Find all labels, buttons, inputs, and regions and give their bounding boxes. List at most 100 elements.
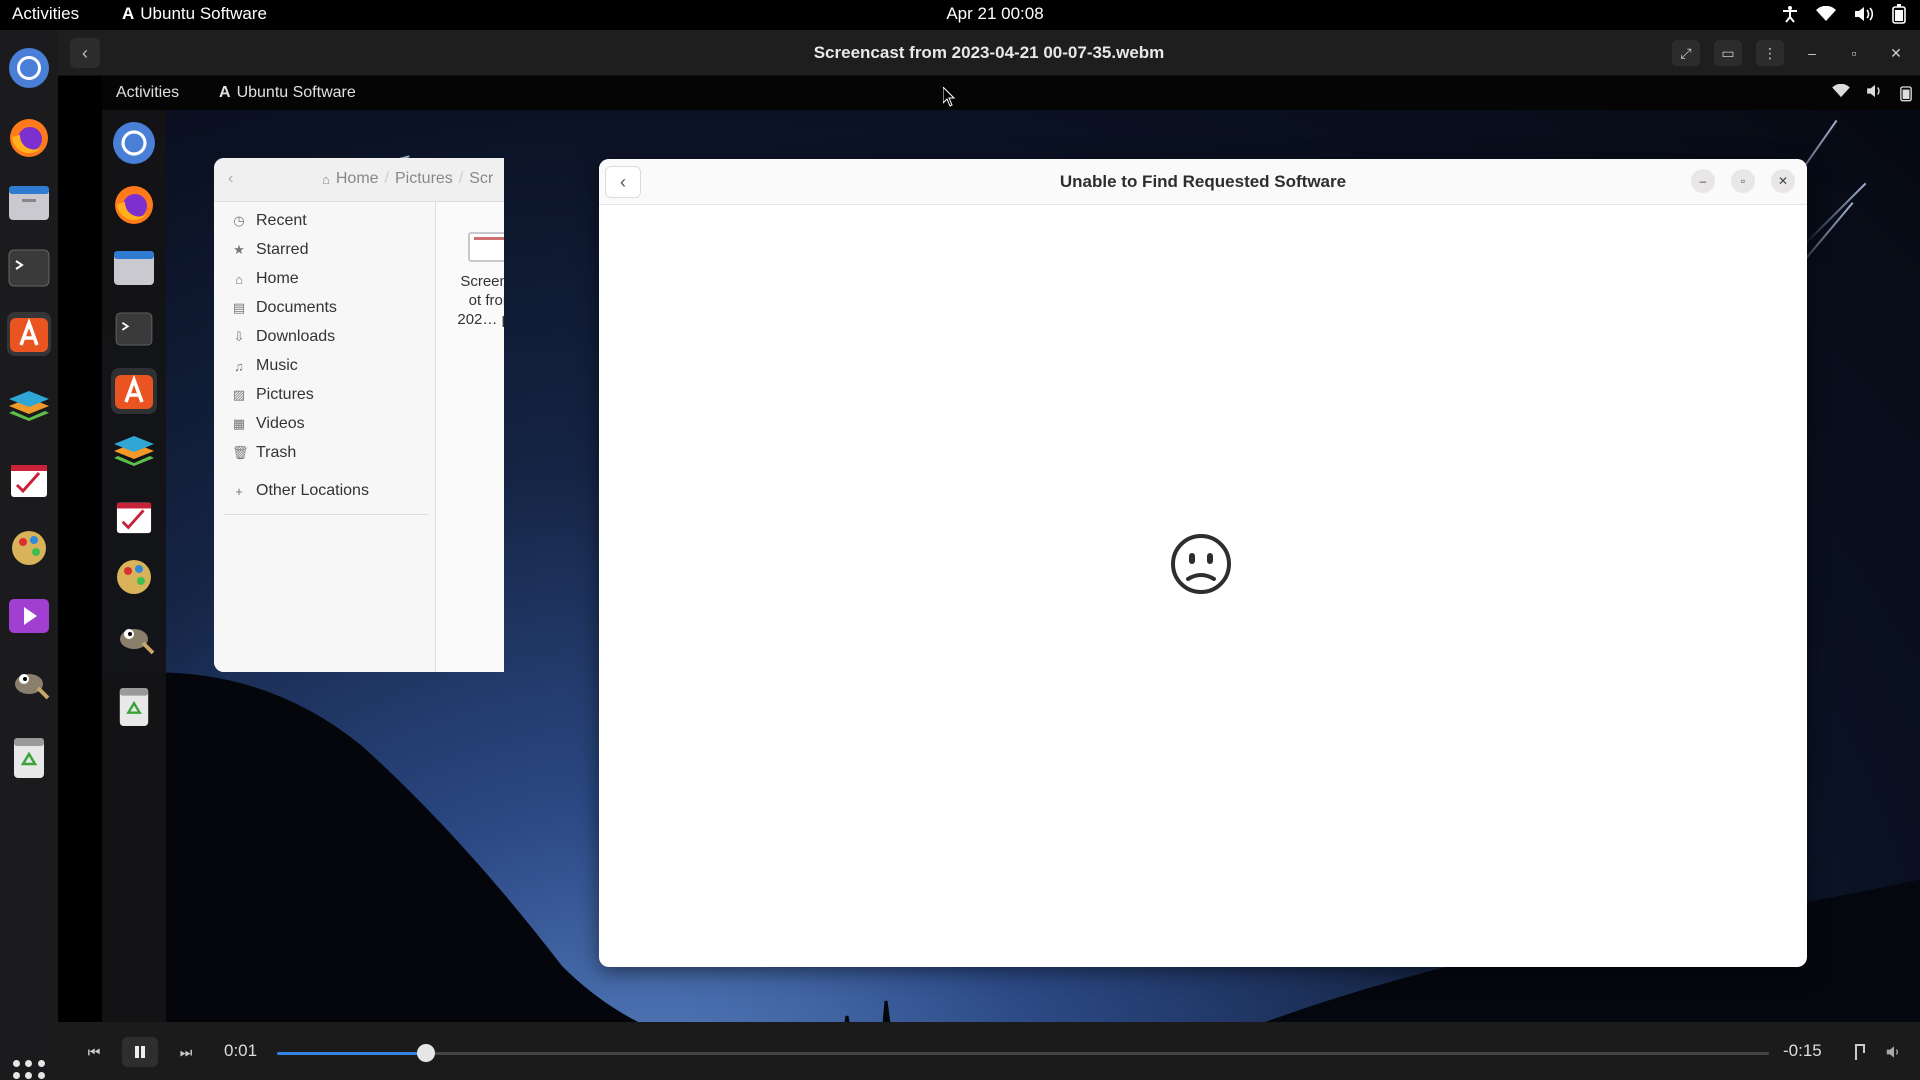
subtitles-icon[interactable]: ▭ [1714, 40, 1742, 66]
skip-forward-icon[interactable]: ⏭ [168, 1037, 204, 1067]
sidebar-item-documents: ▤ Documents [232, 299, 337, 317]
sidebar-item-label: Downloads [256, 328, 336, 345]
software-error-dialog: ‹ Unable to Find Requested Software – ▫ … [599, 159, 1807, 967]
document-icon: ▤ [232, 300, 246, 315]
dialog-title: Unable to Find Requested Software [1059, 172, 1347, 191]
trash-icon [111, 684, 157, 730]
home-icon: ⌂ [235, 271, 243, 287]
sidebar-item-label: Videos [256, 415, 305, 432]
mouse-cursor-icon [943, 87, 955, 107]
sidebar-item-other-locations: + Other Locations [232, 482, 369, 500]
battery-icon[interactable] [1892, 4, 1906, 29]
system-tray[interactable] [1782, 4, 1906, 29]
volume-icon [1866, 84, 1884, 107]
chromium-icon[interactable] [7, 46, 51, 90]
player-controls: ⏮ ⏭ 0:01 -0:15 [58, 1022, 1920, 1080]
clock[interactable]: Apr 21 00:08 [0, 4, 1920, 24]
terminal-icon [111, 306, 157, 352]
recorded-system-tray [1832, 83, 1912, 107]
skip-back-icon[interactable]: ⏮ [76, 1037, 112, 1067]
firefox-icon[interactable] [7, 116, 51, 160]
paint-app-icon[interactable] [7, 526, 51, 570]
ubuntu-software-icon[interactable] [7, 312, 51, 356]
sidebar-item-label: Starred [256, 241, 309, 258]
sidebar-item-pictures: ▨ Pictures [232, 386, 314, 404]
volume-icon[interactable] [1854, 6, 1874, 27]
minimize-icon[interactable]: – [1798, 45, 1826, 61]
seek-bar[interactable] [277, 1044, 1769, 1062]
pause-icon [135, 1046, 145, 1058]
video-player-window: ‹ Screencast from 2023-04-21 00-07-35.we… [58, 30, 1920, 1080]
layers-app-icon [111, 430, 157, 476]
fullscreen-icon[interactable]: ⤢ [1672, 40, 1700, 66]
close-icon[interactable]: ✕ [1882, 45, 1910, 62]
sidebar-item-trash: 🗑 Trash [232, 444, 296, 462]
player-header-bar: ‹ Screencast from 2023-04-21 00-07-35.we… [58, 30, 1920, 76]
sidebar-item-label: Music [256, 357, 298, 374]
file-name-line: Screensh [460, 273, 504, 290]
files-icon [111, 244, 157, 290]
battery-icon [1900, 84, 1912, 107]
gimp-icon[interactable] [7, 660, 51, 704]
show-apps-icon[interactable] [13, 1060, 45, 1080]
download-icon: ⇩ [233, 329, 245, 344]
trash-icon: 🗑 [232, 445, 249, 460]
recorded-app-menu-label: Ubuntu Software [236, 84, 356, 101]
dialog-header: ‹ Unable to Find Requested Software – ▫ … [599, 159, 1807, 205]
remaining-time: -0:15 [1783, 1041, 1822, 1060]
sidebar-item-starred: ★ Starred [232, 241, 308, 259]
pause-button[interactable] [122, 1037, 158, 1067]
plus-icon: + [235, 483, 243, 499]
seek-handle[interactable] [417, 1044, 436, 1062]
breadcrumb: ⌂ Home / Pictures / Scr [322, 170, 494, 187]
file-item: Screensh ot from 202… png [450, 232, 504, 329]
breadcrumb-home: Home [335, 170, 379, 187]
maximize-icon: ▫ [1731, 169, 1755, 193]
files-sidebar: ◷ Recent ★ Starred ⌂ Home ▤ Documents ⇩ Downl… [214, 202, 436, 672]
home-icon: ⌂ [322, 171, 330, 187]
layers-app-icon[interactable] [7, 386, 51, 430]
seek-bar-fill [277, 1052, 427, 1055]
sidebar-item-home: ⌂ Home [232, 270, 299, 288]
restore-icon[interactable]: ▫ [1840, 45, 1868, 61]
files-icon[interactable] [7, 180, 51, 224]
chromium-icon [111, 120, 157, 166]
ubuntu-software-icon [111, 368, 157, 414]
accessibility-icon[interactable] [1782, 5, 1798, 28]
gimp-icon [111, 614, 157, 660]
ubuntu-software-icon: A [219, 84, 231, 101]
close-icon: ✕ [1771, 169, 1795, 193]
video-player-icon[interactable] [7, 594, 51, 638]
player-title: Screencast from 2023-04-21 00-07-35.webm [813, 43, 1165, 62]
star-icon: ★ [233, 242, 245, 257]
breadcrumb-current: Scr [469, 170, 494, 187]
sidebar-item-downloads: ⇩ Downloads [232, 328, 336, 346]
wifi-icon[interactable] [1816, 5, 1836, 27]
sidebar-item-recent: ◷ Recent [232, 212, 306, 230]
menu-kebab-icon[interactable]: ⋮ [1756, 40, 1784, 66]
sidebar-item-label: Other Locations [256, 482, 369, 499]
files-window: ‹ ⌂ Home / Pictures / Scr ◷ Recent ★ Starr… [214, 158, 504, 672]
wifi-icon [1832, 83, 1850, 107]
text-editor-icon[interactable] [7, 458, 51, 502]
sidebar-item-label: Home [256, 270, 299, 287]
volume-icon[interactable] [1876, 1037, 1912, 1067]
dock [0, 30, 58, 1080]
breadcrumb-pictures: Pictures [395, 170, 453, 187]
image-file-icon [468, 232, 504, 262]
minimize-icon: – [1691, 169, 1715, 193]
trash-icon[interactable] [7, 736, 51, 780]
files-back-icon: ‹ [228, 170, 234, 187]
music-icon: ♫ [234, 358, 244, 374]
playback-options-icon[interactable] [1842, 1037, 1878, 1067]
text-editor-icon [111, 494, 157, 540]
sidebar-item-music: ♫ Music [232, 357, 298, 375]
sidebar-item-videos: ▦ Videos [232, 415, 305, 433]
video-frame[interactable]: Activities A Ubuntu Software ‹ ⌂ Home / … [102, 76, 1920, 1046]
terminal-icon[interactable] [7, 246, 51, 290]
recorded-app-menu: A Ubuntu Software [219, 84, 356, 102]
sidebar-item-label: Trash [256, 444, 297, 461]
recorded-activities-button: Activities [116, 84, 180, 101]
recorded-dock [102, 110, 166, 1046]
file-name-line: ot from [468, 292, 504, 309]
